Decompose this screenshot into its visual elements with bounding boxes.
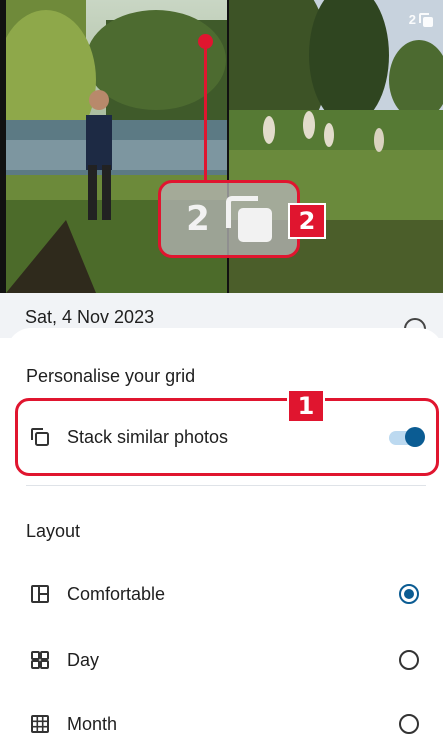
personalise-grid-sheet: Personalise your grid Stack similar phot… — [7, 328, 443, 738]
divider — [26, 485, 426, 486]
stack-similar-photos-toggle[interactable] — [389, 427, 425, 447]
layout-option-day[interactable]: Day — [7, 637, 443, 683]
day-grid-icon — [31, 651, 49, 669]
comfortable-grid-icon — [31, 585, 49, 603]
stack-count: 2 — [408, 12, 416, 27]
stack-similar-photos-row[interactable]: Stack similar photos — [7, 414, 443, 460]
stack-similar-photos-label: Stack similar photos — [67, 426, 229, 447]
layout-option-label: Day — [67, 649, 100, 670]
radio-month[interactable] — [399, 714, 419, 734]
annotation-callout-line — [204, 40, 207, 180]
layout-option-label: Comfortable — [67, 583, 166, 604]
annotation-badge-2: 2 — [288, 203, 326, 239]
annotation-callout-dot — [198, 34, 213, 49]
stack-icon — [419, 12, 433, 27]
stack-icon — [31, 428, 49, 446]
radio-comfortable[interactable] — [399, 584, 419, 604]
layout-option-comfortable[interactable]: Comfortable — [7, 571, 443, 617]
layout-option-label: Month — [67, 713, 118, 734]
date-label: Sat, 4 Nov 2023 — [25, 307, 155, 327]
annotation-badge-1: 1 — [287, 389, 325, 423]
sheet-title: Personalise your grid — [26, 366, 196, 386]
zoom-stack-count: 2 — [186, 199, 210, 239]
layout-section-title: Layout — [26, 521, 81, 541]
layout-option-month[interactable]: Month — [7, 701, 443, 738]
month-grid-icon — [31, 715, 49, 733]
radio-day[interactable] — [399, 650, 419, 670]
stack-indicator: 2 — [409, 12, 433, 27]
stack-icon-large — [225, 196, 272, 242]
stack-indicator-zoom: 2 — [158, 180, 300, 258]
